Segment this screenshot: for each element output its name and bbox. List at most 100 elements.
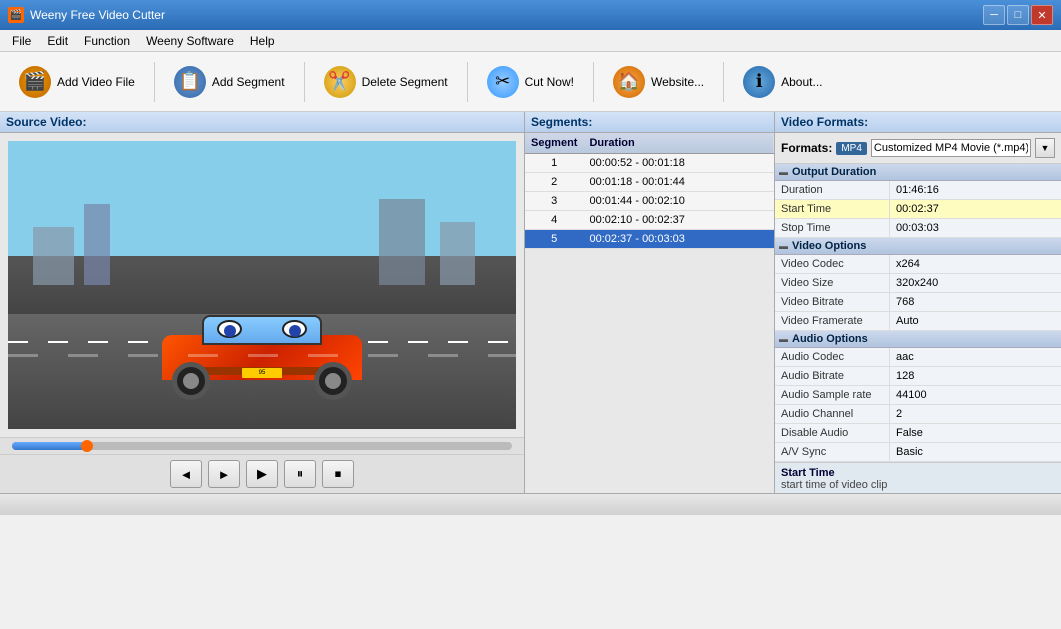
prop-row[interactable]: Video Framerate Auto <box>775 312 1061 331</box>
cut-now-label: Cut Now! <box>525 75 574 89</box>
website-icon: 🏠 <box>613 66 645 98</box>
pupil-right <box>289 325 301 337</box>
license-plate: 95 <box>242 368 282 378</box>
table-row[interactable]: 2 00:01:18 - 00:01:44 <box>525 173 774 192</box>
col-duration: Duration <box>583 133 774 154</box>
prop-name: Video Framerate <box>775 312 890 330</box>
next-frame-button[interactable]: ► <box>208 460 240 488</box>
info-bar: Start Time start time of video clip <box>775 462 1061 493</box>
prop-name: Disable Audio <box>775 424 890 442</box>
prop-row[interactable]: Video Codec x264 <box>775 255 1061 274</box>
website-button[interactable]: 🏠 Website... <box>602 58 715 106</box>
add-segment-icon: 📋 <box>174 66 206 98</box>
prop-name: Video Size <box>775 274 890 292</box>
website-label: Website... <box>651 75 704 89</box>
segment-id: 1 <box>525 154 583 173</box>
prop-row[interactable]: Disable Audio False <box>775 424 1061 443</box>
window-title: Weeny Free Video Cutter <box>30 8 983 22</box>
delete-segment-button[interactable]: ✂️ Delete Segment <box>313 58 459 106</box>
about-label: About... <box>781 75 822 89</box>
section-video-options[interactable]: ▬Video Options <box>775 238 1061 255</box>
video-scene: 95 <box>8 141 516 429</box>
table-row[interactable]: 1 00:00:52 - 00:01:18 <box>525 154 774 173</box>
prop-row[interactable]: Stop Time 00:03:03 <box>775 219 1061 238</box>
prop-value: Basic <box>890 443 929 461</box>
table-row[interactable]: 4 00:02:10 - 00:02:37 <box>525 211 774 230</box>
segment-id: 5 <box>525 230 583 249</box>
toolbar-separator-1 <box>154 62 155 102</box>
add-segment-button[interactable]: 📋 Add Segment <box>163 58 296 106</box>
table-row[interactable]: 5 00:02:37 - 00:03:03 <box>525 230 774 249</box>
car: 95 <box>162 300 362 400</box>
segments-title: Segments: <box>525 112 774 133</box>
menu-weeny-software[interactable]: Weeny Software <box>138 32 242 50</box>
format-badge: MP4 <box>836 142 867 155</box>
prev-frame-button[interactable]: ◄ <box>170 460 202 488</box>
prop-row[interactable]: A/V Sync Basic <box>775 443 1061 462</box>
section-audio-options[interactable]: ▬Audio Options <box>775 331 1061 348</box>
status-bar <box>0 493 1061 515</box>
prop-row[interactable]: Audio Codec aac <box>775 348 1061 367</box>
section-output-duration[interactable]: ▬ Output Duration <box>775 164 1061 181</box>
format-dropdown-arrow[interactable]: ▼ <box>1035 138 1055 158</box>
prop-row[interactable]: Start Time 00:02:37 <box>775 200 1061 219</box>
main-content: Source Video: <box>0 112 1061 493</box>
prop-name: Start Time <box>775 200 890 218</box>
menu-file[interactable]: File <box>4 32 39 50</box>
delete-segment-label: Delete Segment <box>362 75 448 89</box>
collapse-icon: ▬ <box>779 167 788 177</box>
video-preview: 95 <box>8 141 516 429</box>
pause-button[interactable]: ⏸ <box>284 460 316 488</box>
minimize-button[interactable]: ─ <box>983 5 1005 25</box>
progress-container <box>0 437 524 454</box>
prop-row[interactable]: Audio Channel 2 <box>775 405 1061 424</box>
format-selector: Formats: MP4 ▼ <box>775 133 1061 164</box>
building-1 <box>33 227 74 285</box>
player-controls: ◄ ► ▶ ⏸ ⏹ <box>0 454 524 493</box>
pupil-left <box>224 325 236 337</box>
menu-help[interactable]: Help <box>242 32 283 50</box>
menu-edit[interactable]: Edit <box>39 32 76 50</box>
progress-fill <box>12 442 87 450</box>
progress-thumb <box>81 440 93 452</box>
segment-id: 4 <box>525 211 583 230</box>
add-segment-label: Add Segment <box>212 75 285 89</box>
hub-left <box>183 373 199 389</box>
prop-row[interactable]: Video Size 320x240 <box>775 274 1061 293</box>
prop-row[interactable]: Audio Bitrate 128 <box>775 367 1061 386</box>
menu-function[interactable]: Function <box>76 32 138 50</box>
segments-panel: Segments: Segment Duration 1 00:00:52 - … <box>525 112 775 493</box>
prop-name: Video Bitrate <box>775 293 890 311</box>
prop-name: Audio Bitrate <box>775 367 890 385</box>
prop-value: 00:03:03 <box>890 219 945 237</box>
prop-name: Audio Sample rate <box>775 386 890 404</box>
section-title: Output Duration <box>792 166 876 178</box>
about-button[interactable]: ℹ About... <box>732 58 833 106</box>
info-text: start time of video clip <box>781 479 1055 491</box>
prop-row[interactable]: Duration 01:46:16 <box>775 181 1061 200</box>
prop-row[interactable]: Audio Sample rate 44100 <box>775 386 1061 405</box>
prop-value: 01:46:16 <box>890 181 945 199</box>
prop-value: 44100 <box>890 386 933 404</box>
table-row[interactable]: 3 00:01:44 - 00:02:10 <box>525 192 774 211</box>
stop-button[interactable]: ⏹ <box>322 460 354 488</box>
segment-duration: 00:02:10 - 00:02:37 <box>583 211 774 230</box>
close-button[interactable]: ✕ <box>1031 5 1053 25</box>
about-icon: ℹ <box>743 66 775 98</box>
format-dropdown[interactable] <box>871 139 1031 157</box>
building-2 <box>84 204 109 285</box>
prop-name: Duration <box>775 181 890 199</box>
wheel-right <box>314 362 352 400</box>
source-video-title: Source Video: <box>0 112 524 133</box>
play-button[interactable]: ▶ <box>246 460 278 488</box>
add-video-icon: 🎬 <box>19 66 51 98</box>
segment-id: 2 <box>525 173 583 192</box>
prop-row[interactable]: Video Bitrate 768 <box>775 293 1061 312</box>
maximize-button[interactable]: □ <box>1007 5 1029 25</box>
window-controls: ─ □ ✕ <box>983 5 1053 25</box>
progress-bar[interactable] <box>12 442 512 450</box>
properties-area: ▬ Output Duration Duration 01:46:16 Start… <box>775 164 1061 462</box>
cut-now-button[interactable]: ✂ Cut Now! <box>476 58 585 106</box>
prop-value: aac <box>890 348 920 366</box>
add-video-button[interactable]: 🎬 Add Video File <box>8 58 146 106</box>
